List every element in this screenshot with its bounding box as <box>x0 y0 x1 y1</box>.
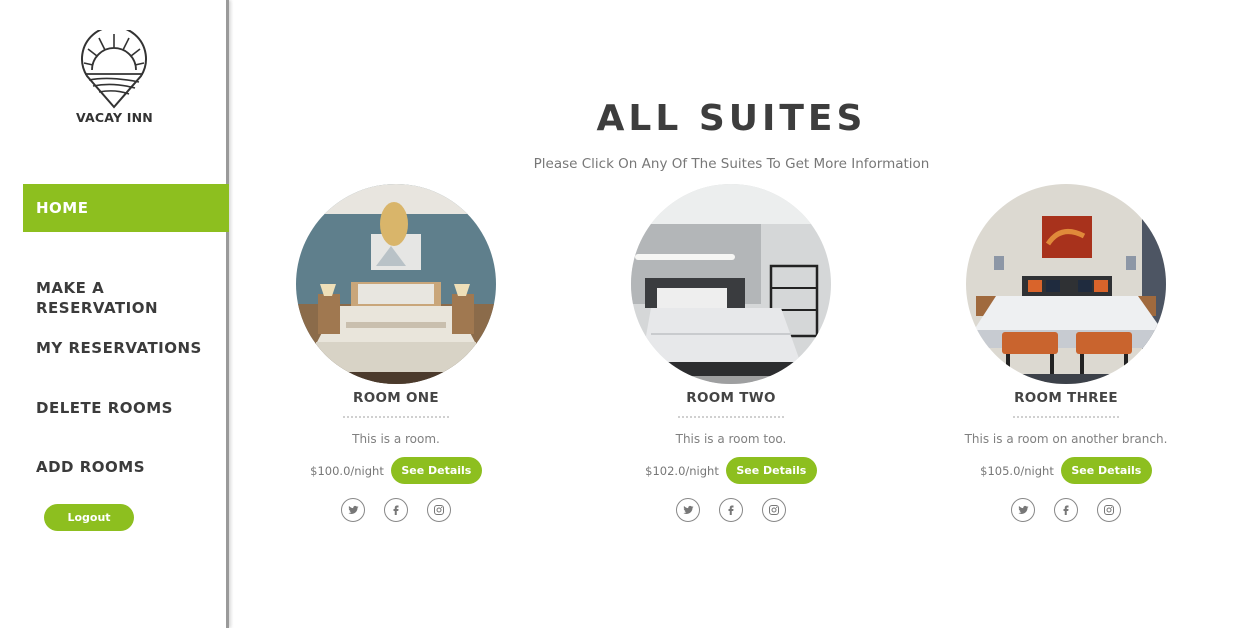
price-row: $102.0/night See Details <box>601 457 861 484</box>
price-row: $105.0/night See Details <box>936 457 1196 484</box>
nav-make-reservation[interactable]: MAKE A RESERVATION <box>23 258 229 318</box>
twitter-icon[interactable] <box>676 498 700 522</box>
facebook-icon[interactable] <box>719 498 743 522</box>
social-links <box>266 498 526 522</box>
room-price: $102.0/night <box>645 463 719 478</box>
room-name: ROOM ONE <box>353 390 439 406</box>
page-title: ALL SUITES <box>596 98 867 139</box>
instagram-icon[interactable] <box>1097 498 1121 522</box>
room-name: ROOM TWO <box>686 390 776 406</box>
instagram-icon[interactable] <box>762 498 786 522</box>
nav-my-reservations-label: MY RESERVATIONS <box>36 339 202 357</box>
room-two-photo[interactable] <box>631 184 831 384</box>
room-card[interactable]: ROOM TWO This is a room too. $102.0/nigh… <box>601 184 861 534</box>
room-description: This is a room. <box>352 432 440 446</box>
page-subtitle: Please Click On Any Of The Suites To Get… <box>533 156 930 172</box>
nav-home[interactable]: HOME <box>23 184 229 232</box>
room-description: This is a room on another branch. <box>964 432 1168 446</box>
nav-delete-rooms[interactable]: DELETE ROOMS <box>23 398 229 418</box>
room-price: $105.0/night <box>980 463 1054 478</box>
facebook-icon[interactable] <box>384 498 408 522</box>
room-description: This is a room too. <box>675 432 787 446</box>
room-one-photo[interactable] <box>296 184 496 384</box>
nav-home-label: HOME <box>36 199 89 217</box>
sidebar: VACAY INN HOME MAKE A RESERVATION MY RES… <box>0 0 229 628</box>
facebook-icon[interactable] <box>1054 498 1078 522</box>
room-card[interactable]: ROOM ONE This is a room. $100.0/night Se… <box>266 184 526 534</box>
instagram-icon[interactable] <box>427 498 451 522</box>
room-name: ROOM THREE <box>1014 390 1118 406</box>
divider <box>1013 416 1119 418</box>
divider <box>678 416 784 418</box>
nav-my-reservations[interactable]: MY RESERVATIONS <box>23 338 229 358</box>
nav-make-reservation-label: MAKE A RESERVATION <box>36 279 159 317</box>
nav-delete-rooms-label: DELETE ROOMS <box>36 399 173 417</box>
nav-add-rooms-label: ADD ROOMS <box>36 458 146 476</box>
see-details-button[interactable]: See Details <box>1060 457 1152 484</box>
sun-pin-logo-icon[interactable] <box>79 30 149 110</box>
divider <box>343 416 449 418</box>
room-three-photo[interactable] <box>966 184 1166 384</box>
twitter-icon[interactable] <box>1011 498 1035 522</box>
twitter-icon[interactable] <box>341 498 365 522</box>
app-root: VACAY INN HOME MAKE A RESERVATION MY RES… <box>0 0 1234 628</box>
see-details-button[interactable]: See Details <box>725 457 817 484</box>
see-details-button[interactable]: See Details <box>390 457 482 484</box>
room-price: $100.0/night <box>310 463 384 478</box>
nav-add-rooms[interactable]: ADD ROOMS <box>23 457 229 477</box>
brand-name: VACAY INN <box>76 110 153 125</box>
social-links <box>936 498 1196 522</box>
room-card[interactable]: ROOM THREE This is a room on another bra… <box>936 184 1196 534</box>
social-links <box>601 498 861 522</box>
price-row: $100.0/night See Details <box>266 457 526 484</box>
logout-button[interactable]: Logout <box>44 504 134 531</box>
